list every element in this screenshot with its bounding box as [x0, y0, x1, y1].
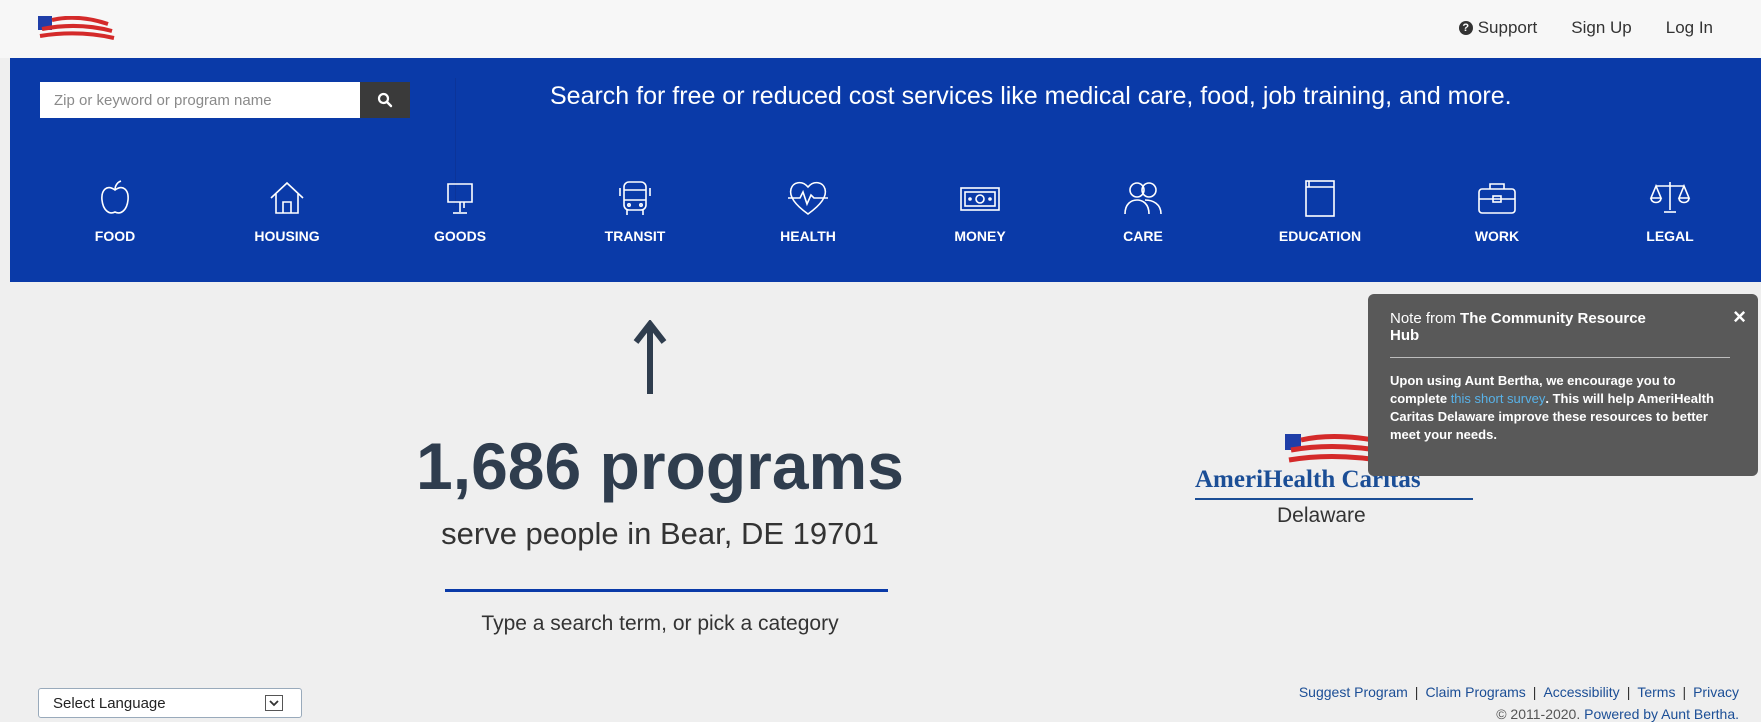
terms-link[interactable]: Terms: [1637, 684, 1675, 700]
category-legal[interactable]: LEGAL: [1600, 178, 1740, 244]
note-divider: [1390, 357, 1730, 358]
category-care[interactable]: CARE: [1073, 178, 1213, 244]
support-label: Support: [1477, 18, 1538, 37]
signup-link[interactable]: Sign Up: [1571, 18, 1631, 38]
category-food[interactable]: FOOD: [45, 178, 185, 244]
category-money[interactable]: MONEY: [910, 178, 1050, 244]
category-goods[interactable]: GOODS: [390, 178, 530, 244]
money-icon: [960, 187, 1000, 211]
note-title: Note from The Community Resource Hub: [1390, 310, 1660, 344]
category-housing[interactable]: HOUSING: [217, 178, 357, 244]
flag-logo-icon[interactable]: [38, 16, 118, 40]
footer-links: Suggest Program | Claim Programs | Accessibi…: [1299, 684, 1739, 700]
language-select[interactable]: Select Language: [38, 688, 302, 718]
accessibility-link[interactable]: Accessibility: [1543, 684, 1619, 700]
search-band: Search for free or reduced cost services…: [10, 58, 1761, 282]
top-bar: ? Support Sign Up Log In: [0, 0, 1761, 58]
program-count: 1,686 programs: [416, 429, 904, 503]
bus-icon: [619, 181, 651, 215]
partner-state: Delaware: [1277, 504, 1366, 527]
briefcase-icon: [1478, 183, 1516, 214]
copyright-text: © 2011-2020.: [1496, 706, 1585, 722]
category-label: GOODS: [433, 228, 487, 244]
search-button[interactable]: [360, 82, 410, 118]
apple-icon: [101, 180, 129, 214]
suggest-program-link[interactable]: Suggest Program: [1299, 684, 1408, 700]
search-tagline: Search for free or reduced cost services…: [550, 82, 1512, 110]
house-icon: [270, 181, 304, 214]
category-label: FOOD: [94, 228, 136, 244]
survey-link[interactable]: this short survey: [1451, 391, 1546, 406]
lamp-icon: [447, 183, 473, 214]
close-icon[interactable]: ×: [1733, 306, 1746, 328]
privacy-link[interactable]: Privacy: [1693, 684, 1739, 700]
top-nav: ? Support Sign Up Log In: [1458, 18, 1713, 38]
partner-underline: [1195, 498, 1473, 500]
question-icon: ?: [1458, 21, 1473, 35]
note-popup: Note from The Community Resource Hub × U…: [1368, 294, 1758, 476]
note-prefix: Note from: [1390, 310, 1461, 327]
search-icon: [377, 92, 393, 108]
category-work[interactable]: WORK: [1427, 178, 1567, 244]
separator: |: [1682, 684, 1687, 700]
category-bar: FOOD HOUSING GOODS TRANSIT HEALTH MONEY …: [10, 178, 1761, 268]
search-hint: Type a search term, or pick a category: [481, 612, 839, 635]
search-form: [40, 82, 410, 118]
separator: |: [1414, 684, 1419, 700]
note-body: Upon using Aunt Bertha, we encourage you…: [1390, 372, 1730, 444]
separator: [445, 589, 888, 592]
search-input[interactable]: [40, 82, 360, 118]
login-link[interactable]: Log In: [1666, 18, 1713, 38]
language-label: Select Language: [53, 694, 166, 712]
category-label: LEGAL: [1646, 228, 1694, 244]
category-health[interactable]: HEALTH: [738, 178, 878, 244]
heart-pulse-icon: [788, 181, 828, 215]
book-icon: [1305, 180, 1335, 217]
separator: |: [1532, 684, 1537, 700]
separator: |: [1626, 684, 1631, 700]
copyright: © 2011-2020. Powered by Aunt Bertha.: [1496, 706, 1739, 722]
scales-icon: [1649, 182, 1691, 213]
category-label: WORK: [1474, 228, 1520, 244]
location-subtitle: serve people in Bear, DE 19701: [441, 516, 879, 551]
support-link[interactable]: ? Support: [1458, 18, 1538, 38]
category-label: HEALTH: [780, 228, 836, 244]
powered-by-link[interactable]: Powered by Aunt Bertha.: [1584, 706, 1739, 722]
category-label: EDUCATION: [1278, 228, 1362, 244]
chevron-down-icon: [265, 695, 283, 711]
category-transit[interactable]: TRANSIT: [565, 178, 705, 244]
claim-programs-link[interactable]: Claim Programs: [1425, 684, 1525, 700]
arrow-up-icon: [633, 320, 667, 394]
category-education[interactable]: EDUCATION: [1250, 178, 1390, 244]
category-label: TRANSIT: [604, 228, 666, 244]
category-label: CARE: [1123, 228, 1163, 244]
people-icon: [1124, 182, 1162, 215]
category-label: MONEY: [954, 228, 1006, 244]
category-label: HOUSING: [254, 228, 320, 244]
